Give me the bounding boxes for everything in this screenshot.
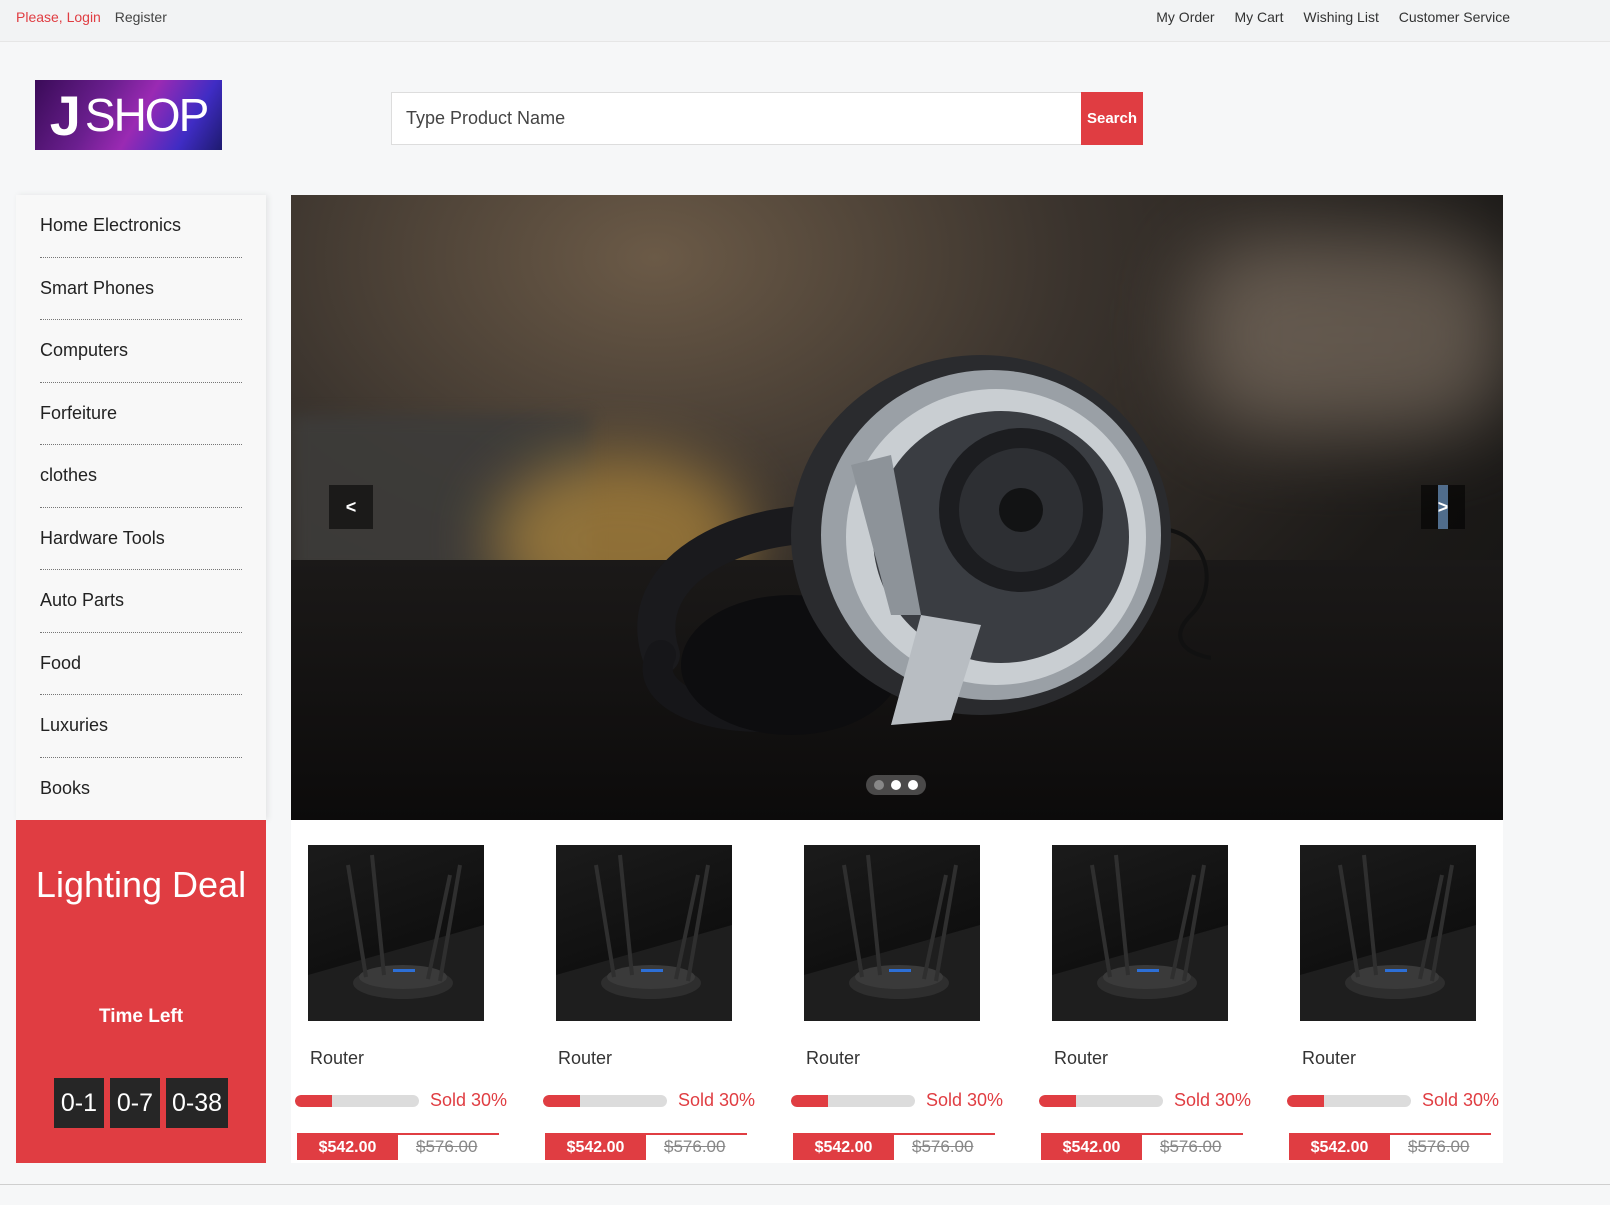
sold-progress-fill [791,1095,829,1107]
countdown-timer: 0-1 0-7 0-38 [16,1078,266,1128]
timer-seconds: 0-38 [165,1078,229,1128]
sold-label: Sold 30% [926,1090,1004,1110]
sold-progress-fill [543,1095,581,1107]
price-row: $542.00 $576.00 [1289,1133,1491,1160]
carousel-next-button[interactable]: > [1421,485,1465,529]
product-name[interactable]: Router [806,1048,860,1069]
price-row: $542.00 $576.00 [793,1133,995,1160]
router-image[interactable] [556,845,732,1021]
carousel-dot[interactable] [890,780,901,790]
user-nav: My Order My Cart Wishing List Customer S… [1140,9,1510,25]
page-divider [0,1184,1610,1185]
register-link[interactable]: Register [115,9,167,25]
time-left-label: Time Left [98,1006,184,1027]
original-price: $576.00 [1160,1137,1222,1156]
carousel-indicators [866,775,926,795]
timer-minutes: 0-7 [109,1078,160,1128]
category-item-food[interactable]: Food [40,633,242,695]
category-item-hardware-tools[interactable]: Hardware Tools [40,508,242,570]
timer-hours: 0-1 [53,1078,104,1128]
search-bar: Search [391,92,1143,145]
category-item-books[interactable]: Books [40,758,242,821]
chevron-right-icon: > [1437,496,1449,517]
sale-price: $542.00 [1041,1135,1142,1160]
hero-carousel: < > [291,195,1503,820]
price-row: $542.00 $576.00 [1041,1133,1243,1160]
my-order-link[interactable]: My Order [1156,9,1214,25]
chevron-left-icon: < [345,496,357,517]
product-name[interactable]: Router [1302,1048,1356,1069]
category-item-forfeiture[interactable]: Forfeiture [40,383,242,445]
original-price: $576.00 [1408,1137,1470,1156]
sold-label: Sold 30% [1422,1090,1500,1110]
site-logo[interactable]: J SHOP [35,80,222,150]
product-card[interactable]: Router Sold 30% $542.00 $576.00 [291,820,538,1163]
my-cart-link[interactable]: My Cart [1234,9,1283,25]
router-image[interactable] [1300,845,1476,1021]
account-links: Please, Login Register [16,9,167,25]
sold-label: Sold 30% [430,1090,508,1110]
original-price: $576.00 [664,1137,726,1156]
lighting-deal-panel: Lighting Deal Time Left 0-1 0-7 0-38 [16,820,266,1163]
product-card[interactable]: Router Sold 30% $542.00 $576.00 [539,820,786,1163]
product-name[interactable]: Router [1054,1048,1108,1069]
router-image[interactable] [1052,845,1228,1021]
sale-price: $542.00 [1289,1135,1390,1160]
sold-progress-bar [1287,1095,1411,1107]
sale-price: $542.00 [297,1135,398,1160]
category-item-auto-parts[interactable]: Auto Parts [40,570,242,633]
original-price: $576.00 [416,1137,478,1156]
product-card[interactable]: Router Sold 30% $542.00 $576.00 [1283,820,1530,1163]
category-item-home-electronics[interactable]: Home Electronics [40,195,242,258]
sold-progress-fill [295,1095,333,1107]
category-item-luxuries[interactable]: Luxuries [40,695,242,758]
router-image[interactable] [804,845,980,1021]
product-card[interactable]: Router Sold 30% $542.00 $576.00 [1035,820,1282,1163]
wishing-list-link[interactable]: Wishing List [1303,9,1378,25]
category-item-smart-phones[interactable]: Smart Phones [40,258,242,320]
sold-progress-bar [1039,1095,1163,1107]
deal-products: Router Sold 30% $542.00 $576.00 Router S… [291,820,1503,1163]
sold-progress-bar [791,1095,915,1107]
background-light [1191,235,1503,435]
product-card[interactable]: Router Sold 30% $542.00 $576.00 [787,820,1034,1163]
product-name[interactable]: Router [558,1048,612,1069]
sold-label: Sold 30% [1174,1090,1252,1110]
sold-label: Sold 30% [678,1090,756,1110]
carousel-dot[interactable] [873,780,884,790]
login-link[interactable]: Please, Login [16,9,101,25]
category-item-computers[interactable]: Computers [40,320,242,383]
sold-progress-fill [1039,1095,1077,1107]
sold-progress-fill [1287,1095,1325,1107]
deal-title: Lighting Deal [35,864,247,905]
headphones-image [637,355,1211,735]
carousel-dot[interactable] [908,780,919,790]
search-button[interactable]: Search [1081,92,1143,145]
product-name[interactable]: Router [310,1048,364,1069]
sale-price: $542.00 [545,1135,646,1160]
logo-word: SHOP [84,89,209,141]
price-row: $542.00 $576.00 [545,1133,747,1160]
category-item-clothes[interactable]: clothes [40,445,242,508]
router-image[interactable] [308,845,484,1021]
price-row: $542.00 $576.00 [297,1133,499,1160]
customer-service-link[interactable]: Customer Service [1399,9,1510,25]
original-price: $576.00 [912,1137,974,1156]
search-input[interactable] [391,92,1081,145]
sold-progress-bar [295,1095,419,1107]
logo-letter: J [49,83,81,147]
top-bar: Please, Login Register My Order My Cart … [0,0,1610,42]
sale-price: $542.00 [793,1135,894,1160]
category-sidebar: Home Electronics Smart Phones Computers … [16,195,266,820]
carousel-prev-button[interactable]: < [329,485,373,529]
sold-progress-bar [543,1095,667,1107]
